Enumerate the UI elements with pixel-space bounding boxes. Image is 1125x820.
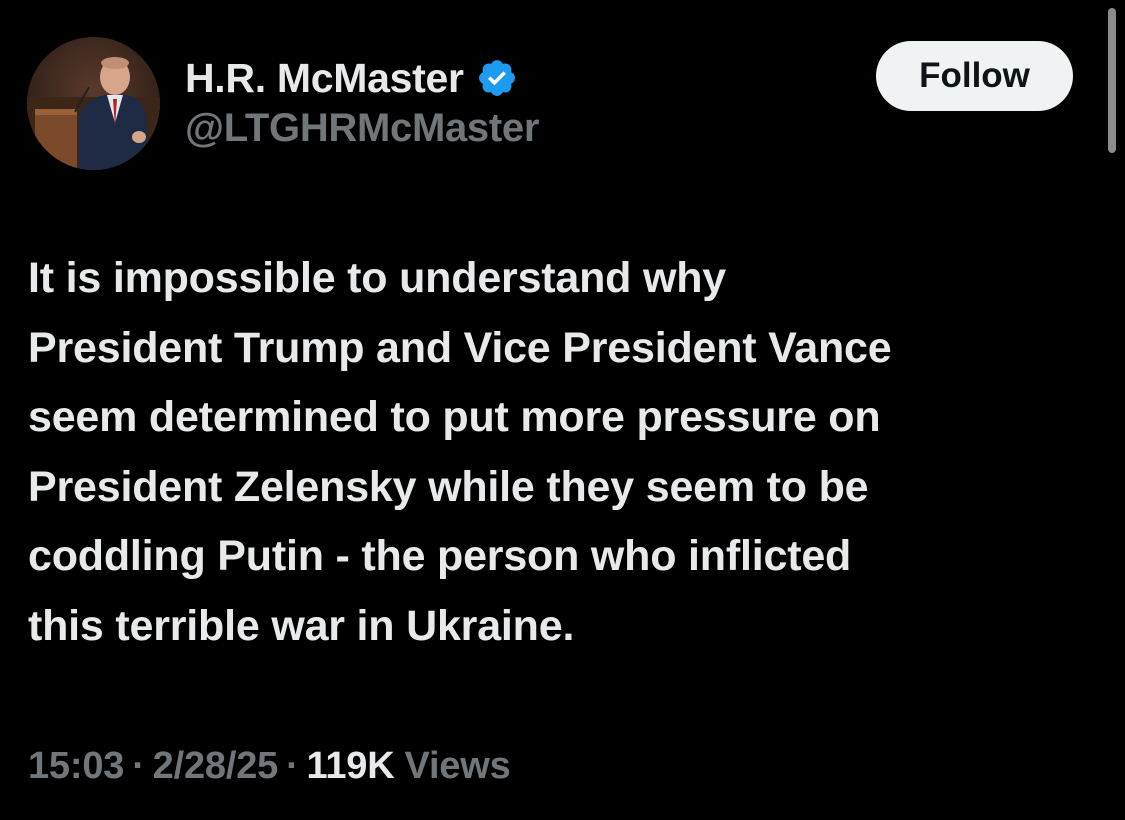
tweet-text-line: this terrible war in Ukraine. bbox=[28, 601, 575, 650]
tweet-date[interactable]: 2/28/25 bbox=[153, 745, 279, 788]
follow-button[interactable]: Follow bbox=[876, 41, 1073, 111]
tweet-meta: 15:03 · 2/28/25 · 119K Views bbox=[28, 740, 511, 792]
tweet-text-line: seem determined to put more pressure on bbox=[28, 393, 881, 441]
tweet-text: It is impossible to understand why Presi… bbox=[28, 244, 1098, 661]
avatar[interactable] bbox=[27, 37, 160, 170]
views-label[interactable]: Views bbox=[404, 745, 510, 788]
author-display-name[interactable]: H.R. McMaster bbox=[185, 55, 464, 102]
meta-separator: · bbox=[132, 744, 145, 787]
views-count[interactable]: 119K bbox=[307, 745, 395, 788]
meta-separator: · bbox=[286, 744, 299, 787]
author-name-row: H.R. McMaster bbox=[185, 52, 518, 104]
tweet-text-line: President Zelensky while they seem to be bbox=[28, 462, 869, 511]
tweet-time[interactable]: 15:03 bbox=[28, 745, 124, 788]
tweet-text-line: It is impossible to understand why bbox=[28, 254, 727, 302]
verified-badge-icon[interactable] bbox=[476, 57, 518, 99]
scrollbar[interactable] bbox=[1108, 8, 1116, 153]
profile-photo-icon bbox=[27, 37, 160, 170]
tweet-text-line: coddling Putin - the person who inflicte… bbox=[28, 532, 852, 580]
tweet-text-line: President Trump and Vice President Vance bbox=[28, 323, 892, 372]
author-handle[interactable]: @LTGHRMcMaster bbox=[185, 106, 539, 151]
